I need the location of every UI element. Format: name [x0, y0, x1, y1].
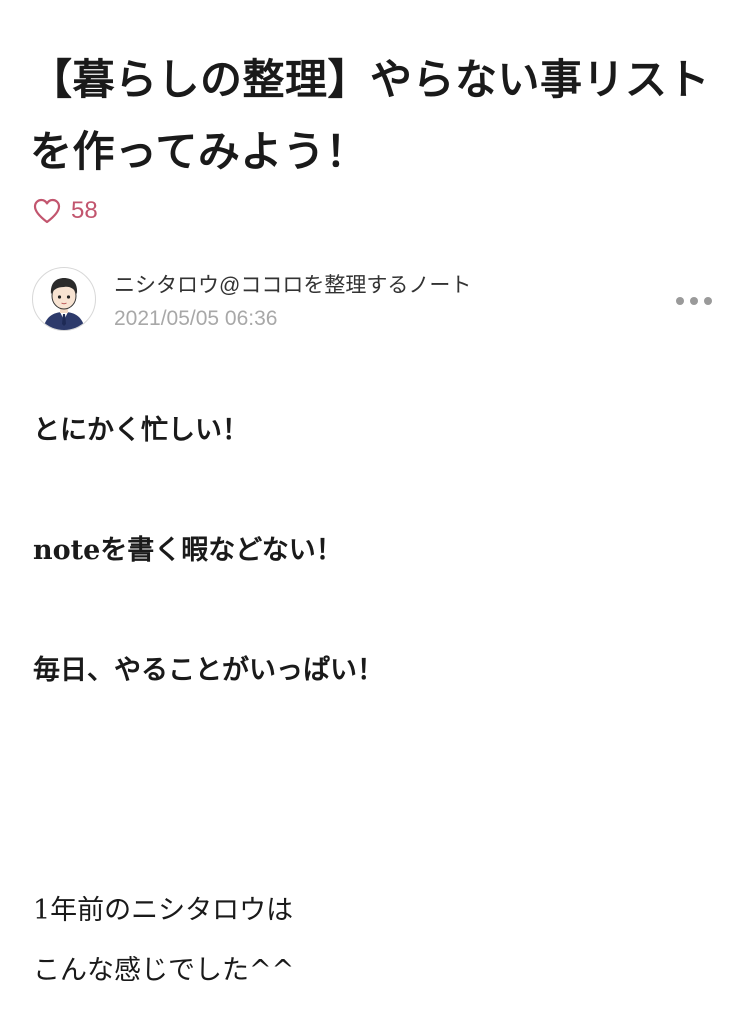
body-paragraph: 毎日、やることがいっぱい！ [33, 655, 384, 686]
more-options-button[interactable] [676, 291, 712, 311]
more-dot-icon [704, 297, 712, 305]
body-paragraph: noteを書く暇などない！ [33, 535, 343, 566]
author-avatar[interactable] [32, 267, 96, 331]
body-paragraph: こんな感じでした^^ [33, 955, 295, 986]
avatar-illustration [34, 269, 94, 330]
like-count: 58 [71, 197, 98, 224]
author-name[interactable]: ニシタロウ@ココロを整理するノート [114, 269, 471, 299]
more-dot-icon [676, 297, 684, 305]
like-button[interactable]: 58 [33, 196, 98, 226]
article-title: 【暮らしの整理】やらない事リストを作ってみよう！ [30, 55, 711, 176]
body-paragraph: とにかく忙しい！ [33, 415, 249, 446]
post-date: 2021/05/05 06:36 [114, 307, 278, 330]
more-dot-icon [690, 297, 698, 305]
heart-icon [33, 198, 61, 224]
author-block: ニシタロウ@ココロを整理するノート 2021/05/05 06:36 [32, 267, 722, 335]
body-paragraph: 1年前のニシタロウは [33, 895, 294, 926]
